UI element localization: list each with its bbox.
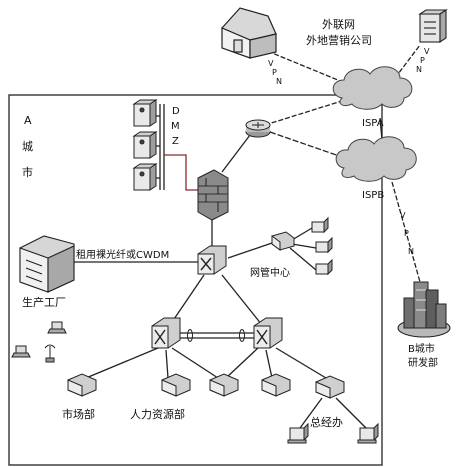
vpn-right-char: P (420, 56, 425, 65)
link-distL-marketing (85, 347, 159, 379)
ispa-label: ISPA (362, 118, 384, 129)
link-dmz-firewall (164, 154, 198, 191)
network-topology-diagram: 外联网 外地营销公司 A 城 市 D M Z ISPA ISPB V P N V… (8, 7, 451, 466)
ispb-label: ISPB (362, 190, 384, 201)
noc-label: 网管中心 (250, 266, 290, 279)
vpn-right-char: V (424, 47, 430, 56)
remote-office-title: 外联网 (322, 18, 355, 31)
router-icon (245, 119, 271, 138)
link-router-ispb (269, 131, 346, 159)
link-noc-pc3 (289, 247, 317, 271)
link-noc-pc1 (291, 227, 313, 241)
pc-icon (311, 216, 329, 234)
vpn-left-char: V (268, 59, 274, 68)
trunk-marker (187, 329, 193, 342)
dmz-server-icon (132, 99, 158, 127)
firewall-icon (197, 169, 229, 221)
vpn-left-char: P (272, 68, 277, 77)
dmz-label-char: D (172, 106, 180, 117)
trunk-marker (239, 329, 245, 342)
cloud-ispa (332, 66, 413, 110)
vpn-left-char: N (276, 77, 282, 86)
pc-icon (315, 236, 333, 254)
distribution-switch-icon (253, 317, 283, 349)
cloud-ispb (335, 136, 417, 182)
dmz-label-char: Z (172, 136, 179, 147)
link-distR-access4 (265, 349, 273, 379)
remote-office-icon (220, 7, 277, 59)
hr-label: 人力资源部 (130, 407, 185, 421)
vpn-isp-char: P (404, 229, 409, 238)
core-switch-icon (197, 245, 227, 275)
fiber-link-label: 租用裸光纤或CWDM (76, 248, 169, 261)
link-firewall-router (221, 134, 251, 173)
pc-icon (315, 258, 333, 276)
dmz-server-icon (132, 163, 158, 191)
laptop-icon (11, 345, 31, 358)
marketing-label: 市场部 (62, 407, 95, 421)
link-distL-access3 (171, 347, 219, 379)
access-switch-icon (161, 373, 191, 397)
city-a-label-char: 城 (22, 140, 33, 153)
city-b-label: B城市 (408, 342, 435, 355)
dmz-server-icon (132, 131, 158, 159)
link-core-dist-right (221, 274, 263, 326)
remote-server-icon (418, 8, 448, 44)
city-b-subtitle: 研发部 (408, 356, 438, 369)
link-distR-general (275, 347, 327, 379)
general-office-label: 总经办 (310, 415, 343, 429)
laptop-icon (47, 321, 67, 334)
access-switch-icon (261, 373, 291, 397)
link-noc-pc2 (291, 243, 317, 249)
dmz-label-char: M (171, 121, 180, 132)
remote-office-subtitle: 外地营销公司 (306, 33, 372, 47)
link-ispa-remote (259, 47, 351, 86)
pc-icon (287, 422, 309, 444)
link-core-noc (227, 242, 273, 259)
city-a-label-char: A (24, 114, 32, 127)
link-router-ispa (264, 99, 346, 126)
access-switch-icon (315, 375, 345, 399)
wireless-ap-icon (44, 344, 56, 363)
city-b-buildings-icon (397, 281, 451, 338)
vpn-isp-char: N (408, 247, 414, 256)
link-distL-hr (165, 349, 169, 379)
noc-switch-icon (271, 231, 295, 251)
factory-icon (19, 235, 75, 293)
vpn-isp-char: V (400, 211, 406, 220)
city-a-label-char: 市 (22, 165, 33, 179)
link-distR-access3 (225, 347, 259, 379)
access-switch-icon (209, 373, 239, 397)
access-switch-icon (67, 373, 97, 397)
vpn-right-char: N (416, 65, 422, 74)
distribution-switch-icon (151, 317, 181, 349)
pc-icon (357, 422, 379, 444)
factory-label: 生产工厂 (22, 295, 66, 309)
